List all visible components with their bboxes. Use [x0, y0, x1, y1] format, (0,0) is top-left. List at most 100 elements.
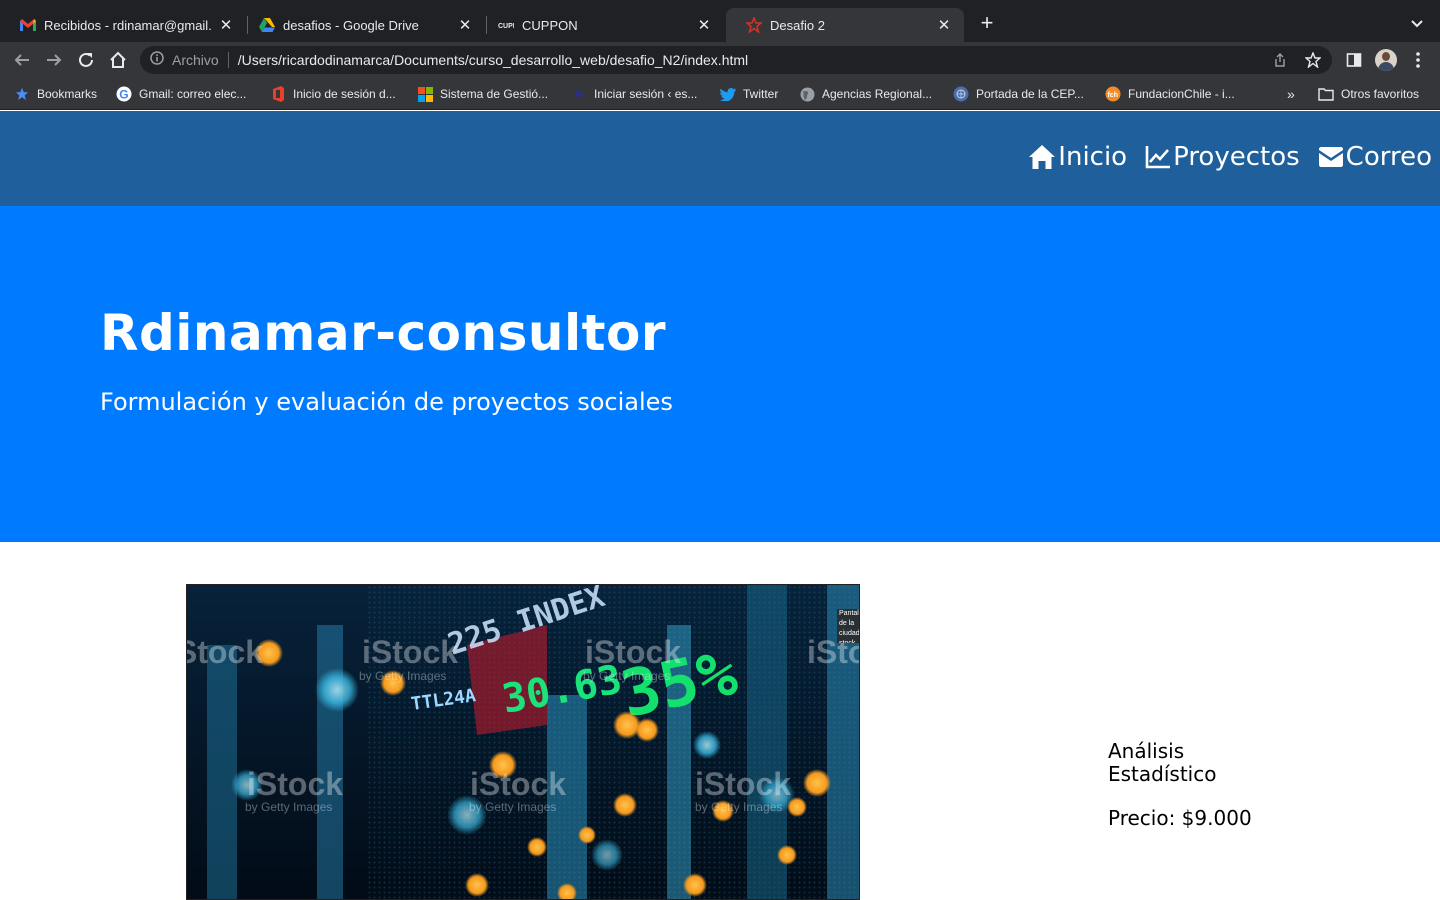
star-icon [14, 86, 30, 102]
hero-title: Rdinamar-consultor [100, 304, 667, 362]
url-text[interactable]: /Users/ricardodinamarca/Documents/curso_… [238, 52, 748, 68]
chart-line-icon [1145, 146, 1171, 169]
cuppon-icon: CUPPON [498, 17, 514, 33]
bookmarks-overflow-button[interactable]: » [1287, 85, 1295, 103]
wordpress-icon [571, 86, 587, 102]
product-info: Análisis Estadístico Precio: $9.000 [1108, 739, 1258, 831]
twitter-icon [720, 86, 736, 102]
watermark-text: iStock [695, 766, 791, 802]
tab-title: Desafio 2 [770, 17, 825, 33]
envelope-icon [1318, 147, 1343, 167]
bookmark-item[interactable]: Agencias Regional... [799, 85, 932, 103]
close-icon[interactable]: ✕ [218, 17, 234, 34]
folder-icon [1318, 86, 1334, 102]
watermark-text: iStock [470, 766, 566, 802]
toolbar: Archivo /Users/ricardodinamarca/Document… [0, 42, 1440, 78]
office-icon [270, 86, 286, 102]
watermark-sub: by Getty Images [583, 669, 670, 683]
bookmark-label: Twitter [743, 87, 779, 101]
close-icon[interactable]: ✕ [936, 17, 952, 34]
image-alt-tooltip: Pantalla de la ciudad stock [839, 610, 860, 643]
product-name: Análisis Estadístico [1108, 739, 1217, 786]
tab-google-drive[interactable]: desafios - Google Drive ✕ [239, 8, 485, 42]
nav-link-label: Proyectos [1173, 142, 1300, 172]
back-icon[interactable] [12, 50, 32, 70]
bookmark-item[interactable]: Bookmarks [14, 85, 97, 103]
nav-link-correo[interactable]: Correo [1318, 142, 1432, 172]
tab-cuppon[interactable]: CUPPON CUPPON ✕ [478, 8, 724, 42]
new-tab-button[interactable]: + [976, 12, 998, 35]
tab-title: desafios - Google Drive [283, 17, 419, 33]
product-price: Precio: $9.000 [1108, 806, 1252, 830]
watermark-sub: by Getty Images [469, 800, 556, 814]
watermark-sub: by Getty Images [695, 800, 782, 814]
address-bar[interactable]: Archivo /Users/ricardodinamarca/Document… [140, 46, 1332, 74]
address-divider [227, 52, 229, 68]
security-label: Archivo [172, 52, 219, 68]
other-bookmarks-folder[interactable]: Otros favoritos [1318, 85, 1419, 103]
avatar-head [1382, 52, 1390, 61]
bookmark-item[interactable]: Sistema de Gestió... [417, 85, 548, 103]
home-icon [1029, 145, 1056, 169]
tab-gmail[interactable]: Recibidos - rdinamar@gmail.com ✕ [0, 8, 246, 42]
nav-link-label: Inicio [1058, 142, 1128, 172]
tab-strip: Recibidos - rdinamar@gmail.com ✕ desafio… [0, 0, 1440, 42]
bookmarks-bar: Bookmarks G Gmail: correo elec... Inicio… [0, 78, 1440, 110]
bookmark-label: Sistema de Gestió... [440, 87, 549, 101]
hero-banner: Rdinamar-consultor Formulación y evaluac… [0, 206, 1440, 542]
tab-title: Recibidos - rdinamar@gmail.com [44, 17, 212, 33]
tab-desafio-2[interactable]: Desafio 2 ✕ [726, 8, 964, 42]
bookmark-item[interactable]: Portada de la CEP... [953, 85, 1084, 103]
bookmark-label: Inicio de sesión d... [293, 87, 396, 101]
svg-text:G: G [119, 88, 128, 102]
bookmark-label: Otros favoritos [1341, 87, 1420, 101]
watermark-text: iStock [585, 634, 681, 670]
watermark-text: iStock [247, 766, 343, 802]
tab-title: CUPPON [522, 17, 578, 33]
nav-link-label: Correo [1345, 142, 1432, 172]
watermark-text: iStock [362, 634, 458, 670]
bookmark-label: Agencias Regional... [822, 87, 933, 101]
bookmark-item[interactable]: Twitter [720, 85, 778, 103]
stock-market-photo: 225 INDEX 30.63 35% TTL24A iStock iStock… [187, 585, 860, 899]
reload-icon[interactable] [76, 50, 96, 70]
hero-subtitle: Formulación y evaluación de proyectos so… [100, 388, 673, 416]
watermark-sub: by Getty Images [245, 800, 332, 814]
nav-link-proyectos[interactable]: Proyectos [1145, 142, 1300, 172]
watermark-sub: by Getty Images [359, 669, 446, 683]
bookmark-label: Iniciar sesión ‹ es... [594, 87, 698, 101]
microsoft-icon [417, 86, 433, 102]
side-panel-icon[interactable] [1344, 50, 1364, 70]
bookmark-item[interactable]: G Gmail: correo elec... [116, 85, 246, 103]
product-image: 225 INDEX 30.63 35% TTL24A iStock iStock… [186, 584, 860, 900]
fundacion-icon: fch [1105, 86, 1121, 102]
svg-text:fch: fch [1108, 92, 1119, 99]
google-drive-icon [259, 17, 275, 33]
page-icon [746, 17, 762, 33]
site-navbar: Inicio Proyectos Correo [0, 111, 1440, 206]
share-icon[interactable] [1271, 51, 1289, 69]
menu-kebab-icon[interactable] [1408, 50, 1428, 70]
profile-avatar[interactable] [1375, 49, 1397, 71]
watermark-text: iStock [187, 634, 263, 670]
gmail-icon [20, 17, 36, 33]
tab-search-icon[interactable] [1408, 14, 1426, 32]
bookmark-item[interactable]: fch FundacionChile - i... [1105, 85, 1235, 103]
globe-icon [799, 86, 815, 102]
info-icon[interactable] [150, 50, 164, 70]
un-icon [953, 86, 969, 102]
nav-links: Inicio Proyectos Correo [1010, 142, 1432, 172]
bookmark-label: Bookmarks [37, 87, 98, 101]
nav-link-inicio[interactable]: Inicio [1028, 142, 1127, 172]
forward-icon[interactable] [44, 50, 64, 70]
svg-text:CUPPON: CUPPON [498, 23, 514, 30]
close-icon[interactable]: ✕ [457, 17, 473, 34]
bookmark-item[interactable]: Inicio de sesión d... [270, 85, 396, 103]
avatar-body [1378, 62, 1394, 71]
home-button-icon[interactable] [108, 50, 128, 70]
bookmark-item[interactable]: Iniciar sesión ‹ es... [571, 85, 697, 103]
google-icon: G [116, 86, 132, 102]
bookmark-label: Portada de la CEP... [976, 87, 1084, 101]
close-icon[interactable]: ✕ [696, 17, 712, 34]
bookmark-star-icon[interactable] [1304, 51, 1322, 69]
